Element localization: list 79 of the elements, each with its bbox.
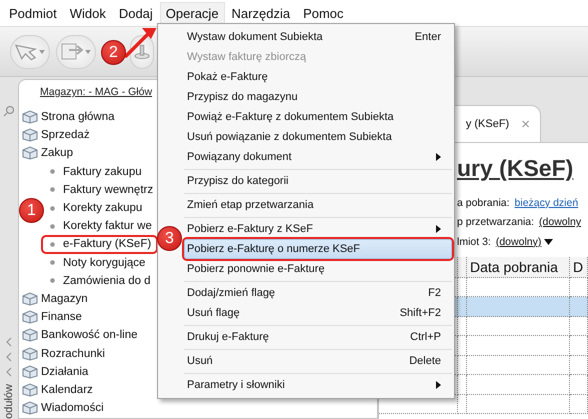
nav-item[interactable]: Działania xyxy=(22,362,88,381)
chevron-icon[interactable] xyxy=(5,352,13,362)
nav-sub-item[interactable]: Korekty zakupu xyxy=(41,198,150,218)
filter-label: p przetwarzania: xyxy=(457,216,534,228)
filter-link[interactable]: (dowolny) xyxy=(496,236,554,248)
caret-icon xyxy=(39,50,45,54)
page-title: ury (KSeF) xyxy=(457,155,574,183)
chevron-icon[interactable] xyxy=(5,367,13,378)
document-arrow-icon xyxy=(61,42,83,60)
toolbar-button[interactable] xyxy=(56,34,96,68)
bullet-icon xyxy=(50,260,55,266)
stamp-icon xyxy=(134,44,150,60)
filter-label: lmiot 3: xyxy=(457,236,491,248)
caret-icon xyxy=(85,50,91,54)
menu-bar-item[interactable]: Narzędzia xyxy=(226,2,296,24)
menu-item[interactable]: Dodaj/zmień flagę F2 xyxy=(184,283,452,303)
bullet-icon xyxy=(50,242,55,247)
warehouse-link[interactable]: Magazyn: - MAG - Głów xyxy=(40,86,152,98)
nav-item[interactable]: Finanse xyxy=(22,308,82,326)
module-icon xyxy=(22,328,38,342)
nav-item[interactable]: Rozrachunki xyxy=(22,344,105,363)
nav-sub-item[interactable]: Faktury zakupu xyxy=(41,162,149,181)
nav-sub-item[interactable]: Faktury wewnętrz xyxy=(41,180,160,199)
module-icon xyxy=(22,346,38,361)
menu-item[interactable]: Pobierz ponownie e-Fakturę xyxy=(184,259,452,279)
nav-sub-item[interactable]: Korekty faktur we xyxy=(41,217,159,236)
menu-item[interactable]: Usuń flagę Shift+F2 xyxy=(184,303,452,323)
module-icon xyxy=(22,128,38,142)
module-icon xyxy=(22,146,38,160)
menu-bar-item[interactable]: Widok xyxy=(64,2,112,24)
filter-link[interactable]: (dowolny xyxy=(539,216,582,228)
chevron-icon[interactable] xyxy=(5,337,13,348)
column-header[interactable]: Data pobrania xyxy=(467,256,570,278)
submenu-arrow-icon xyxy=(436,381,441,389)
bullet-icon xyxy=(50,278,55,284)
menu-item[interactable]: Wystaw dokument Subiekta Enter xyxy=(184,27,452,47)
dropdown-caret-icon xyxy=(544,238,554,245)
menu-item[interactable]: Pobierz e-Fakturę o numerze KSeF xyxy=(184,239,452,259)
nav-item[interactable]: Magazyn xyxy=(22,290,88,308)
menu-item[interactable]: Pokaż e-Fakturę xyxy=(184,67,452,87)
cursor-icon xyxy=(15,42,37,60)
menu-item[interactable]: Zmień etap przetwarzania xyxy=(184,195,452,215)
nav-item[interactable]: Strona główna xyxy=(22,108,115,126)
filter-label: a pobrania: xyxy=(457,196,510,209)
bullet-icon xyxy=(50,169,55,174)
module-icon xyxy=(22,292,38,306)
menu-item[interactable]: Przypisz do magazynu xyxy=(184,87,452,107)
menu-item[interactable]: Parametry i słowniki xyxy=(184,375,452,395)
panel-label: odułów xyxy=(3,384,15,419)
bullet-icon xyxy=(50,206,55,211)
nav-sub-item[interactable]: e-Faktury (KSeF) xyxy=(41,235,158,254)
toolbar-button[interactable] xyxy=(10,34,50,68)
menu-bar-item[interactable]: Podmiot xyxy=(3,2,63,24)
nav-item[interactable]: Wiadomości xyxy=(22,399,104,418)
module-icon xyxy=(22,110,38,124)
filter-link[interactable]: bieżący dzień xyxy=(514,196,578,209)
bullet-icon xyxy=(50,224,55,229)
bullet-icon xyxy=(50,187,55,192)
menu-bar-item[interactable]: Operacje xyxy=(160,2,225,24)
module-icon xyxy=(22,364,38,379)
nav-sub-item[interactable]: Noty korygujące xyxy=(41,254,152,272)
menu-item[interactable]: Pobierz e-Faktury z KSeF xyxy=(184,219,452,239)
submenu-arrow-icon xyxy=(436,225,441,233)
nav-sub-item[interactable]: Zamówienia do d xyxy=(41,272,158,290)
module-icon xyxy=(22,382,38,397)
menu-item[interactable]: Drukuj e-Fakturę Ctrl+P xyxy=(184,327,452,347)
nav-item[interactable]: Sprzedaż xyxy=(22,126,90,144)
nav-item[interactable]: Bankowość on-line xyxy=(22,326,138,344)
nav-item[interactable]: Kalendarz xyxy=(22,380,93,399)
nav-item[interactable]: Zakup xyxy=(22,144,73,163)
menu-bar-item[interactable]: Dodaj xyxy=(112,2,159,24)
column-header[interactable]: D xyxy=(570,256,588,278)
module-icon xyxy=(22,401,38,416)
module-icon xyxy=(22,310,38,324)
menu-bar-item[interactable]: Pomoc xyxy=(297,2,350,24)
menu-item[interactable]: Powiązany dokument xyxy=(184,147,452,167)
submenu-arrow-icon xyxy=(436,153,441,161)
menu-item[interactable]: Przypisz do kategorii xyxy=(184,171,452,191)
menu-item[interactable]: Usuń Delete xyxy=(184,351,452,371)
